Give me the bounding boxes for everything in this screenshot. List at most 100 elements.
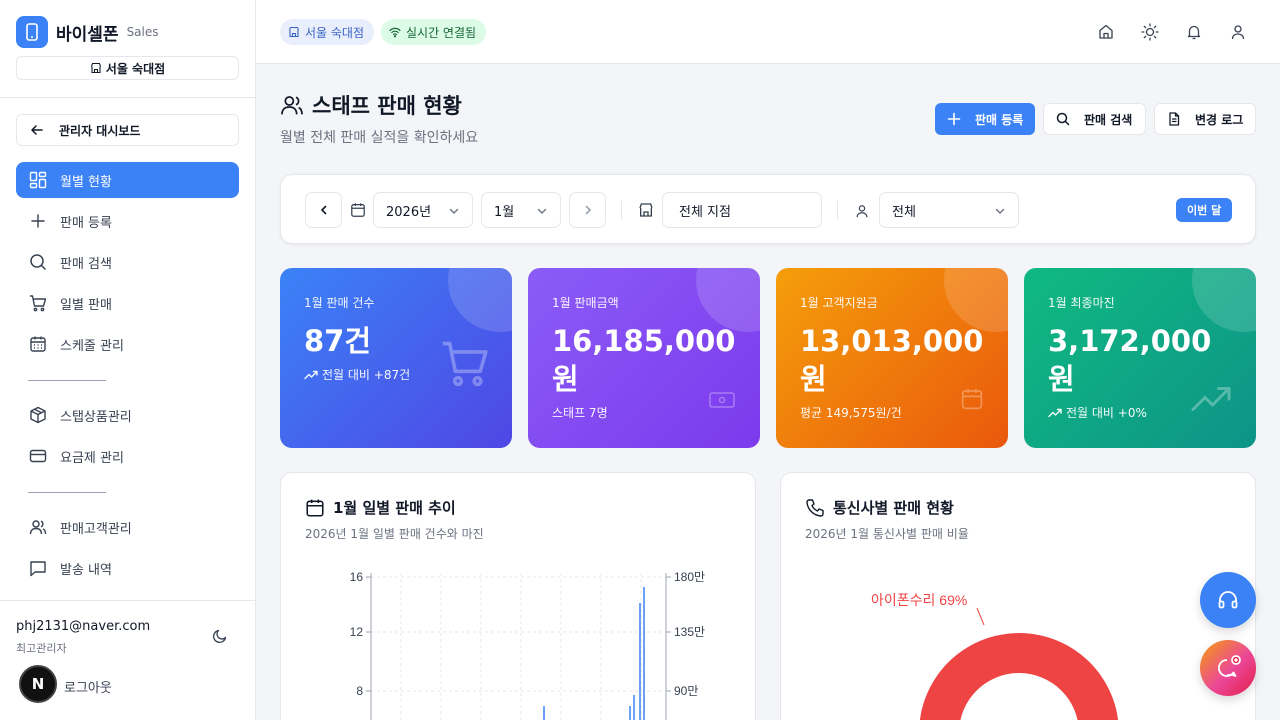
y-right-tick: 135만 bbox=[674, 625, 705, 639]
sidebar-item-search[interactable]: 판매 검색 bbox=[16, 244, 239, 280]
store-icon bbox=[638, 202, 654, 222]
user-icon[interactable] bbox=[1228, 22, 1248, 42]
grid-icon bbox=[28, 170, 48, 190]
stat-foot-text: 전월 대비 +87건 bbox=[322, 368, 411, 382]
stat-label: 1월 판매 건수 bbox=[304, 296, 375, 310]
sidebar-item-monthly[interactable]: 월별 현황 bbox=[16, 162, 239, 198]
year-value: 2026년 bbox=[386, 204, 432, 220]
daily-trend-chart: 16 12 8 180만 135만 90만 bbox=[350, 570, 705, 720]
card-icon bbox=[28, 446, 48, 466]
sidebar-item-label: 스탭상품관리 bbox=[60, 409, 132, 425]
chevron-down-icon bbox=[537, 208, 547, 214]
plus-icon bbox=[947, 112, 961, 126]
stat-card-sales-amount: 1월 판매금액 16,185,000원 스태프 7명 bbox=[528, 268, 760, 448]
sidebar-item-staff-products[interactable]: 스탭상품관리 bbox=[16, 397, 239, 433]
sidebar-item-customers[interactable]: 판매고객관리 bbox=[16, 509, 239, 545]
y-right-tick: 180만 bbox=[674, 570, 705, 584]
phone-logo-icon bbox=[16, 16, 48, 48]
nav-separator bbox=[28, 380, 106, 381]
chat-fab[interactable] bbox=[1200, 640, 1256, 696]
brand-name: 바이셀폰 bbox=[56, 24, 119, 45]
topbar: 서울 숙대점 실시간 연결됨 bbox=[256, 0, 1280, 64]
bell-icon[interactable] bbox=[1184, 22, 1204, 42]
user-role: 최고관리자 bbox=[16, 642, 67, 655]
divider bbox=[0, 97, 256, 98]
month-select[interactable]: 1월 bbox=[481, 192, 561, 228]
message-icon bbox=[28, 558, 48, 578]
trending-up-icon bbox=[1048, 408, 1062, 417]
branch-value: 전체 지점 bbox=[679, 204, 731, 220]
home-icon[interactable] bbox=[1096, 22, 1116, 42]
stat-foot: 스태프 7명 bbox=[552, 404, 608, 421]
sidebar-item-register[interactable]: 판매 등록 bbox=[16, 203, 239, 239]
sun-icon[interactable] bbox=[1140, 22, 1160, 42]
sidebar-item-plans[interactable]: 요금제 관리 bbox=[16, 438, 239, 474]
chart-grid bbox=[371, 573, 666, 720]
staff-select[interactable]: 전체 bbox=[879, 192, 1019, 228]
calendar-icon bbox=[28, 334, 48, 354]
user-icon bbox=[855, 203, 869, 222]
arrow-left-icon bbox=[30, 125, 43, 135]
brand[interactable]: 바이셀폰 Sales bbox=[16, 16, 159, 48]
stat-card-support: 1월 고객지원금 13,013,000원 평균 149,575원/건 bbox=[776, 268, 1008, 448]
stat-label: 1월 최종마진 bbox=[1048, 296, 1115, 310]
store-chip-label: 서울 숙대점 bbox=[305, 25, 365, 40]
users-icon bbox=[281, 96, 303, 115]
headset-icon bbox=[1218, 591, 1238, 609]
chevron-down-icon bbox=[995, 208, 1005, 214]
margin-bars bbox=[543, 587, 645, 720]
daily-trend-panel: 1월 일별 판매 추이 2026년 1월 일별 판매 건수와 마진 16 12 … bbox=[280, 472, 756, 720]
store-selector[interactable]: 서울 숙대점 bbox=[16, 56, 239, 80]
logout-button[interactable]: 로그아웃 bbox=[64, 677, 112, 696]
this-month-button[interactable]: 이번 달 bbox=[1176, 198, 1233, 222]
sidebar: 바이셀폰 Sales 서울 숙대점 관리자 대시보드 월별 현황 판매 등록 판… bbox=[0, 0, 256, 720]
left-ticks bbox=[366, 576, 371, 692]
calendar-icon bbox=[961, 389, 983, 410]
right-ticks bbox=[666, 576, 671, 692]
filter-separator bbox=[837, 201, 838, 219]
stat-foot: 전월 대비 +87건 bbox=[304, 366, 410, 383]
stat-card-sales-count: 1월 판매 건수 87건 전월 대비 +87건 bbox=[280, 268, 512, 448]
sidebar-item-daily[interactable]: 일별 판매 bbox=[16, 285, 239, 321]
search-sale-button[interactable]: 판매 검색 bbox=[1043, 103, 1146, 135]
sidebar-item-label: 일별 판매 bbox=[60, 297, 112, 313]
avatar[interactable]: N bbox=[19, 665, 57, 703]
register-sale-button[interactable]: 판매 등록 bbox=[935, 103, 1035, 135]
calendar-icon bbox=[350, 202, 366, 222]
branch-select[interactable]: 전체 지점 bbox=[662, 192, 822, 228]
divider bbox=[0, 600, 256, 601]
stat-card-margin: 1월 최종마진 3,172,000원 전월 대비 +0% bbox=[1024, 268, 1256, 448]
chat-plus-icon bbox=[1218, 655, 1241, 677]
search-icon bbox=[1056, 112, 1070, 126]
slice-leader-line bbox=[976, 607, 985, 626]
sidebar-item-label: 요금제 관리 bbox=[60, 450, 124, 466]
change-log-button[interactable]: 변경 로그 bbox=[1154, 103, 1256, 135]
trending-up-icon bbox=[1191, 387, 1231, 411]
sidebar-item-label: 판매고객관리 bbox=[60, 521, 132, 537]
sidebar-item-messages[interactable]: 발송 내역 bbox=[16, 550, 239, 586]
prev-month-button[interactable] bbox=[305, 192, 342, 228]
box-icon bbox=[28, 405, 48, 425]
filter-separator bbox=[621, 201, 622, 219]
moon-icon[interactable] bbox=[212, 628, 228, 648]
y-left-tick: 12 bbox=[350, 625, 364, 639]
register-sale-label: 판매 등록 bbox=[975, 112, 1024, 127]
staff-value: 전체 bbox=[892, 204, 916, 220]
chevron-left-icon bbox=[320, 205, 326, 215]
admin-dashboard-button[interactable]: 관리자 대시보드 bbox=[16, 114, 239, 146]
sidebar-item-label: 판매 검색 bbox=[60, 256, 112, 272]
admin-dashboard-label: 관리자 대시보드 bbox=[59, 123, 141, 138]
cart-icon bbox=[442, 341, 488, 387]
store-chip[interactable]: 서울 숙대점 bbox=[280, 19, 375, 45]
stat-foot-text: 평균 149,575원/건 bbox=[800, 406, 902, 420]
next-month-button[interactable] bbox=[569, 192, 606, 228]
sidebar-item-schedule[interactable]: 스케줄 관리 bbox=[16, 326, 239, 362]
live-status-label: 실시간 연결됨 bbox=[406, 25, 477, 40]
brand-sub: Sales bbox=[126, 25, 159, 39]
sidebar-item-label: 월별 현황 bbox=[60, 174, 112, 190]
stat-value: 16,185,000원 bbox=[552, 324, 736, 396]
year-select[interactable]: 2026년 bbox=[373, 192, 473, 228]
support-fab[interactable] bbox=[1200, 572, 1256, 628]
sidebar-item-label: 판매 등록 bbox=[60, 215, 112, 231]
y-right-tick: 90만 bbox=[674, 684, 698, 698]
